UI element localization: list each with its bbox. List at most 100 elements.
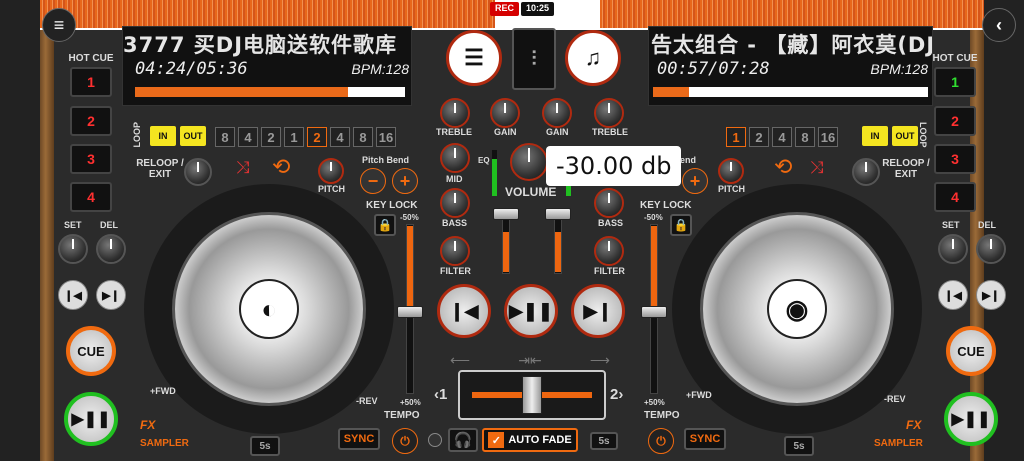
deck-b-loop-size-3[interactable]: 8 (795, 127, 815, 147)
deck-a-progress[interactable] (135, 87, 405, 97)
deck-a-rev-label: -REV (356, 396, 378, 406)
mixer-sliders-icon[interactable]: ⫶ (512, 28, 556, 90)
deck-a-gain-knob[interactable] (490, 98, 520, 128)
deck-b-bass-knob[interactable] (594, 188, 624, 218)
deck-a-loop-size-4[interactable]: 2 (307, 127, 327, 147)
deck-b-play-button[interactable]: ▶❚❚ (944, 392, 998, 446)
deck-a-next-icon[interactable]: ▶❙ (96, 280, 126, 310)
deck-b-progress[interactable] (653, 87, 928, 97)
deck-b-loop-out[interactable]: OUT (892, 126, 918, 146)
deck-a-pitch-bend-minus[interactable]: − (360, 168, 386, 194)
deck-b-pitch-bend-plus[interactable]: + (682, 168, 708, 194)
deck-b-hot-cue-2[interactable]: 2 (934, 106, 976, 136)
deck-a-loop-out[interactable]: OUT (180, 126, 206, 146)
headphones-icon[interactable]: 🎧 (448, 428, 478, 452)
deck-b-power-icon[interactable]: ⏻ (648, 428, 674, 454)
deck-b-del-knob[interactable] (976, 234, 1006, 264)
deck-a-hot-cue-3[interactable]: 3 (70, 144, 112, 174)
deck-b-set-knob[interactable] (938, 234, 968, 264)
playlist-icon[interactable]: ☰ (446, 30, 502, 86)
deck-b-filter-knob[interactable] (594, 236, 624, 266)
deck-a-hot-cue-4[interactable]: 4 (70, 182, 112, 212)
deck-b-prev-icon[interactable]: ❙◀ (938, 280, 968, 310)
deck-a-key-lock-icon[interactable]: 🔒 (374, 214, 396, 236)
rec-badge[interactable]: REC (490, 2, 520, 16)
deck-a-sync-button[interactable]: SYNC (338, 428, 380, 450)
deck-a-tempo-slider-handle[interactable] (397, 306, 423, 318)
deck-a-set-knob[interactable] (58, 234, 88, 264)
crossfader-deck-2[interactable]: 2› (610, 386, 623, 403)
music-note-icon[interactable]: ♫ (565, 30, 621, 86)
deck-a-mid-knob[interactable] (440, 143, 470, 173)
deck-a-bass-knob[interactable] (440, 188, 470, 218)
menu-icon[interactable]: ≡ (42, 8, 76, 42)
deck-a-loop-size-6[interactable]: 8 (353, 127, 373, 147)
deck-b-gain-knob[interactable] (542, 98, 572, 128)
deck-a-pitch-bend-plus[interactable]: + (392, 168, 418, 194)
deck-b-loop-size-0[interactable]: 1 (726, 127, 746, 147)
deck-b-next-icon[interactable]: ▶❙ (976, 280, 1006, 310)
cue-dot-icon[interactable] (428, 433, 442, 447)
deck-a-del-knob[interactable] (96, 234, 126, 264)
deck-b-hot-cue-3[interactable]: 3 (934, 144, 976, 174)
deck-b-loop-length[interactable]: 5s (784, 436, 814, 456)
deck-a-loop-size-7[interactable]: 16 (376, 127, 396, 147)
master-volume-knob[interactable] (510, 143, 548, 181)
deck-b-shuffle-icon[interactable]: ⤨ (810, 158, 824, 178)
deck-b-time: 00:57/07:28 (657, 59, 770, 79)
deck-b-key-lock-icon[interactable]: 🔒 (670, 214, 692, 236)
deck-b-tempo-slider-handle[interactable] (641, 306, 667, 318)
deck-b-sync-button[interactable]: SYNC (684, 428, 726, 450)
deck-a-treble-knob[interactable] (440, 98, 470, 128)
deck-a-pitch-knob[interactable] (318, 158, 344, 184)
deck-a-sampler-button[interactable]: SAMPLER (140, 438, 189, 449)
deck-b-pitch-knob[interactable] (718, 158, 744, 184)
auto-fade-button[interactable]: ✓ AUTO FADE (482, 428, 578, 452)
deck-a-filter-knob[interactable] (440, 236, 470, 266)
deck-a-repeat-icon[interactable]: ⟲ (272, 154, 290, 180)
deck-a-title: 3777 买DJ电脑送软件歌库 (123, 33, 398, 57)
deck-a-prev-icon[interactable]: ❙◀ (58, 280, 88, 310)
deck-a-loop-size-0[interactable]: 8 (215, 127, 235, 147)
deck-a-hot-cue-2[interactable]: 2 (70, 106, 112, 136)
deck-a-loop-in[interactable]: IN (150, 126, 176, 146)
deck-a-loop-length[interactable]: 5s (250, 436, 280, 456)
crossfader[interactable] (458, 370, 606, 420)
deck-b-loop-size-1[interactable]: 2 (749, 127, 769, 147)
deck-a-loop-size-1[interactable]: 4 (238, 127, 258, 147)
deck-b-sampler-button[interactable]: SAMPLER (874, 438, 923, 449)
deck-b-next-track-icon[interactable]: ▶❙ (571, 284, 625, 338)
deck-a-loop-size-2[interactable]: 2 (261, 127, 281, 147)
eq-label: EQ (478, 156, 490, 165)
deck-a-loop-size-5[interactable]: 4 (330, 127, 350, 147)
deck-a-fx-label[interactable]: FX (140, 418, 155, 432)
back-icon[interactable]: ‹ (982, 8, 1016, 42)
deck-b-loop-size-4[interactable]: 16 (818, 127, 838, 147)
deck-a-reloop-button[interactable] (184, 158, 212, 186)
deck-a-shuffle-icon[interactable]: ⤨ (236, 158, 250, 178)
deck-b-loop-in[interactable]: IN (862, 126, 888, 146)
deck-a-treble-label: TREBLE (436, 127, 472, 137)
deck-a-loop-size-3[interactable]: 1 (284, 127, 304, 147)
deck-b-key-lock-label: KEY LOCK (640, 200, 692, 211)
deck-a-channel-fader-handle[interactable] (493, 208, 519, 220)
deck-b-fx-label[interactable]: FX (906, 418, 921, 432)
deck-a-cue-button[interactable]: CUE (66, 326, 116, 376)
deck-b-title: 告太组合 - 【藏】阿衣莫(DJ (651, 33, 933, 57)
deck-b-hot-cue-1[interactable]: 1 (934, 67, 976, 97)
deck-b-hot-cue-4[interactable]: 4 (934, 182, 976, 212)
deck-a-prev-track-icon[interactable]: ❙◀ (437, 284, 491, 338)
deck-b-channel-fader-handle[interactable] (545, 208, 571, 220)
deck-b-treble-knob[interactable] (594, 98, 624, 128)
deck-b-repeat-icon[interactable]: ⟲ (774, 154, 792, 180)
deck-b-reloop-button[interactable] (852, 158, 880, 186)
crossfader-handle[interactable] (522, 376, 542, 414)
deck-a-hot-cue-1[interactable]: 1 (70, 67, 112, 97)
deck-a-play-button[interactable]: ▶❚❚ (64, 392, 118, 446)
crossfader-deck-1[interactable]: ‹1 (434, 386, 447, 403)
auto-fade-length[interactable]: 5s (590, 432, 618, 450)
deck-b-cue-button[interactable]: CUE (946, 326, 996, 376)
deck-a-power-icon[interactable]: ⏻ (392, 428, 418, 454)
mixer-play-pause-icon[interactable]: ▶❚❚ (504, 284, 558, 338)
deck-b-loop-size-2[interactable]: 4 (772, 127, 792, 147)
